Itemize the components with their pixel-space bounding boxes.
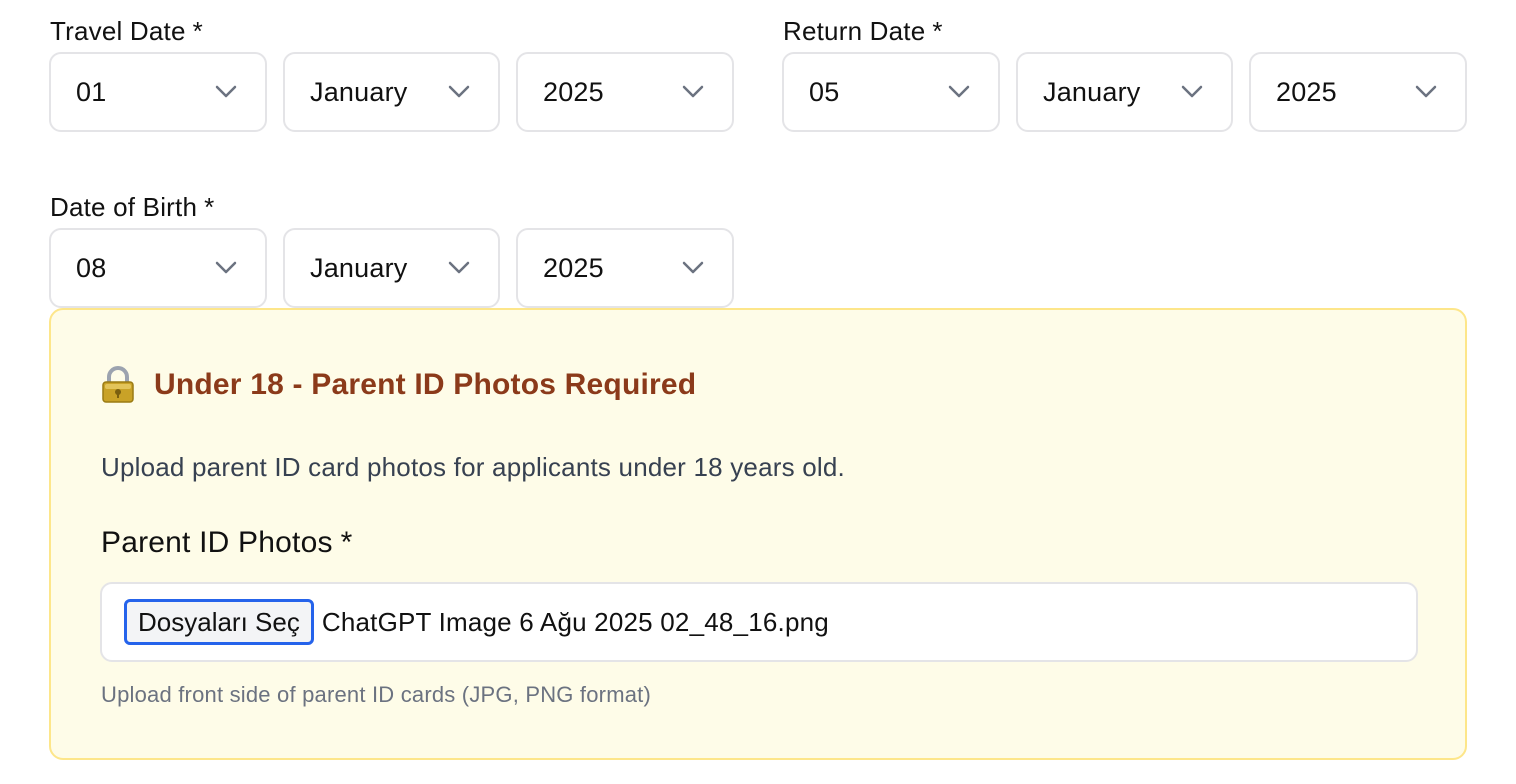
notice-title: Under 18 - Parent ID Photos Required xyxy=(101,366,696,404)
choose-files-button[interactable]: Dosyaları Seç xyxy=(124,599,314,645)
return-day-select[interactable]: 05 xyxy=(782,52,1000,132)
chevron-down-icon xyxy=(1181,85,1203,98)
required-mark: * xyxy=(340,526,353,559)
return-year-value: 2025 xyxy=(1276,76,1337,107)
chevron-down-icon xyxy=(215,85,237,98)
chevron-down-icon xyxy=(682,85,704,98)
chevron-down-icon xyxy=(215,261,237,274)
notice-title-text: Under 18 - Parent ID Photos Required xyxy=(154,368,697,401)
birth-year-select[interactable]: 2025 xyxy=(516,228,734,308)
required-mark: * xyxy=(204,192,215,222)
return-year-select[interactable]: 2025 xyxy=(1249,52,1467,132)
travel-date-label: Travel Date * xyxy=(50,16,203,46)
chevron-down-icon xyxy=(682,261,704,274)
travel-year-value: 2025 xyxy=(543,76,604,107)
chevron-down-icon xyxy=(448,85,470,98)
travel-date-label-text: Travel Date xyxy=(50,16,186,46)
birth-day-value: 08 xyxy=(76,252,107,283)
chevron-down-icon xyxy=(448,261,470,274)
travel-month-select[interactable]: January xyxy=(283,52,500,132)
required-mark: * xyxy=(192,16,203,46)
notice-description: Upload parent ID card photos for applica… xyxy=(101,452,845,482)
birth-month-value: January xyxy=(310,252,408,283)
upload-hint: Upload front side of parent ID cards (JP… xyxy=(101,682,652,707)
required-mark: * xyxy=(932,16,943,46)
travel-month-value: January xyxy=(310,76,408,107)
chevron-down-icon xyxy=(948,85,970,98)
parent-id-file-input[interactable]: Dosyaları Seç ChatGPT Image 6 Ağu 2025 0… xyxy=(100,582,1418,662)
date-of-birth-label-text: Date of Birth xyxy=(50,192,198,222)
date-of-birth-label: Date of Birth * xyxy=(50,192,214,222)
return-month-value: January xyxy=(1043,76,1141,107)
selected-file-name: ChatGPT Image 6 Ağu 2025 02_48_16.png xyxy=(321,606,829,637)
travel-day-value: 01 xyxy=(76,76,107,107)
visa-application-form: Travel Date * 01 January 2025 Return Date… xyxy=(0,0,1516,784)
return-date-label-text: Return Date xyxy=(783,16,926,46)
chevron-down-icon xyxy=(1415,85,1437,98)
birth-year-value: 2025 xyxy=(543,252,604,283)
parent-id-photos-label: Parent ID Photos * xyxy=(101,526,353,560)
return-month-select[interactable]: January xyxy=(1016,52,1233,132)
parent-id-notice: Under 18 - Parent ID Photos Required Upl… xyxy=(49,308,1467,760)
birth-day-select[interactable]: 08 xyxy=(49,228,267,308)
return-day-value: 05 xyxy=(809,76,840,107)
parent-id-photos-label-text: Parent ID Photos xyxy=(101,526,333,559)
return-date-label: Return Date * xyxy=(783,16,943,46)
travel-day-select[interactable]: 01 xyxy=(49,52,267,132)
birth-month-select[interactable]: January xyxy=(283,228,500,308)
lock-icon xyxy=(102,366,134,403)
travel-year-select[interactable]: 2025 xyxy=(516,52,734,132)
